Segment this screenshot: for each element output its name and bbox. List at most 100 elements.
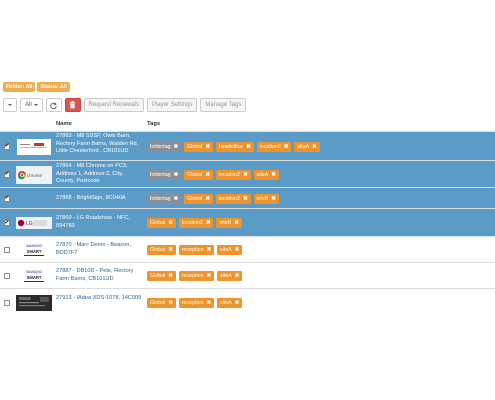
player-thumbnail: chrome [16,165,52,184]
tag-list: Global ✖ reception ✖ siteA ✖ [147,245,243,255]
tag-label: siteA [256,171,269,178]
row-checkbox[interactable] [4,273,10,279]
tag-badge: headoffice ✖ [215,141,254,152]
remove-tag-icon[interactable]: ✖ [168,300,172,306]
toolbar: All Request Renewals Player Settings Man… [3,98,247,112]
tag-label: headoffice [218,143,244,150]
status-filter-badge[interactable]: Status: All [37,82,70,92]
bulk-select-dropdown-button[interactable] [3,98,17,112]
row-checkbox[interactable] [4,194,10,202]
row-checkbox[interactable] [4,142,10,150]
tag-badge: foldertag ✖ [147,141,182,152]
player-thumbnail [16,294,52,312]
player-name-link[interactable]: 27887 - DB10D - Pete, Rectory Farm Barns… [56,268,142,283]
tag-badge: siteB ✖ [216,218,242,228]
tag-label: siteB [256,195,269,202]
remove-tag-icon[interactable]: ✖ [207,300,211,306]
tag-label: siteA [220,273,232,279]
tag-label: Global [187,171,203,178]
row-checkbox[interactable] [4,219,10,226]
remove-tag-icon[interactable]: ✖ [284,144,288,150]
row-checkbox[interactable] [4,299,10,306]
remove-tag-icon[interactable]: ✖ [243,196,247,202]
table-row[interactable]: 27868 - BrightSign, 9C040Afoldertag✖Glob… [0,187,495,208]
refresh-button[interactable] [45,98,62,112]
trash-icon [69,101,76,109]
player-thumbnail: LG [16,214,52,232]
tag-badge: siteB ✖ [253,193,279,204]
tag-label: location2 [259,143,281,150]
remove-tag-icon[interactable]: ✖ [235,300,239,306]
remove-tag-icon[interactable]: ✖ [243,172,247,178]
remove-tag-icon[interactable]: ✖ [168,220,172,226]
remove-tag-icon[interactable]: ✖ [207,273,211,279]
table-row[interactable]: SAMSUNG SMART 27887 - DB10D - Pete, Rector… [0,262,495,288]
remove-tag-icon[interactable]: ✖ [271,172,275,178]
tag-badge: Global ✖ [147,271,176,281]
remove-tag-icon[interactable]: ✖ [205,172,209,178]
tag-badge: foldertag ✖ [147,193,182,204]
player-thumbnail: SAMSUNG SMART [16,267,52,285]
player-name-link[interactable]: 27863 - M8 SSSP, Owls Barn, Rectory Farm… [56,133,142,156]
tag-list: Global ✖ reception ✖ siteA ✖ [147,297,243,308]
tag-label: Global [187,143,203,150]
tag-label: siteA [297,143,310,150]
remove-tag-icon[interactable]: ✖ [235,273,239,279]
svg-text:SAMSUNG: SAMSUNG [26,270,43,274]
chevron-down-icon [8,104,12,106]
remove-tag-icon[interactable]: ✖ [168,273,172,279]
player-name-link[interactable]: 27868 - BrightSign, 9C040A [56,195,142,203]
remove-tag-icon[interactable]: ✖ [174,196,178,202]
player-name-link[interactable]: 27864 - M8 Chrome on PC3, Address 1, Add… [56,163,142,186]
tag-badge: location2 ✖ [178,218,214,228]
all-filter-dropdown[interactable]: All [20,98,43,112]
row-checkbox[interactable] [4,247,10,253]
remove-tag-icon[interactable]: ✖ [246,144,250,150]
manage-tags-button[interactable]: Manage Tags [200,98,247,112]
tag-label: location2 [218,195,241,202]
player-thumbnail [16,190,52,208]
tag-label: foldertag [150,171,171,178]
tag-badge: Global ✖ [147,297,176,308]
delete-button[interactable] [64,98,81,112]
tag-badge: Global ✖ [147,245,176,255]
player-name-link[interactable]: 27870 - Marc Demo - Beacon, BDD7F7 [56,242,142,257]
remove-tag-icon[interactable]: ✖ [168,247,172,253]
remove-tag-icon[interactable]: ✖ [174,172,178,178]
table-row[interactable]: chrome 27864 - M8 Chrome on PC3, Address … [0,160,495,187]
tag-badge: location2 ✖ [256,141,292,152]
player-settings-button[interactable]: Player Settings [147,98,198,112]
remove-tag-icon[interactable]: ✖ [207,247,211,253]
player-thumbnail: SAMSUNG SMART [16,241,52,259]
remove-tag-icon[interactable]: ✖ [205,144,209,150]
tag-badge: siteA ✖ [217,245,243,255]
tag-badge: Global ✖ [184,141,213,152]
remove-tag-icon[interactable]: ✖ [206,220,210,226]
remove-tag-icon[interactable]: ✖ [271,196,275,202]
table-row[interactable]: LG 27869 - LG Roadshow - NFC, 894783 Globa… [0,208,495,236]
tag-label: foldertag [150,195,171,202]
tag-label: location2 [218,171,241,178]
tag-badge: foldertag ✖ [147,169,182,180]
remove-tag-icon[interactable]: ✖ [174,144,178,150]
svg-text:SAMSUNG: SAMSUNG [26,244,43,248]
remove-tag-icon[interactable]: ✖ [234,220,238,226]
table-row[interactable]: SAMSUNG SMART 27870 - Marc Demo - Beacon, … [0,236,495,262]
tag-label: Global [150,299,166,306]
table-row[interactable]: 27913 - IAdea XDS-1078, 14C009 Global ✖ rec… [0,288,495,315]
remove-tag-icon[interactable]: ✖ [312,144,316,150]
tag-label: reception [181,247,204,253]
tag-badge: siteA ✖ [217,297,243,308]
tag-label: Global [150,247,166,253]
player-name-link[interactable]: 27869 - LG Roadshow - NFC, 894783 [56,215,142,230]
remove-tag-icon[interactable]: ✖ [235,247,239,253]
tag-label: siteA [220,299,232,306]
player-name-link[interactable]: 27913 - IAdea XDS-1078, 14C009 [56,295,142,303]
folder-filter-badge[interactable]: Folder: All [3,82,36,92]
table-header: Name Tags [0,118,495,130]
column-header-name[interactable]: Name [56,121,72,127]
table-row[interactable]: 27863 - M8 SSSP, Owls Barn, Rectory Farm… [0,131,495,160]
request-renewals-button[interactable]: Request Renewals [83,98,145,112]
row-checkbox[interactable] [4,170,10,178]
remove-tag-icon[interactable]: ✖ [205,196,209,202]
